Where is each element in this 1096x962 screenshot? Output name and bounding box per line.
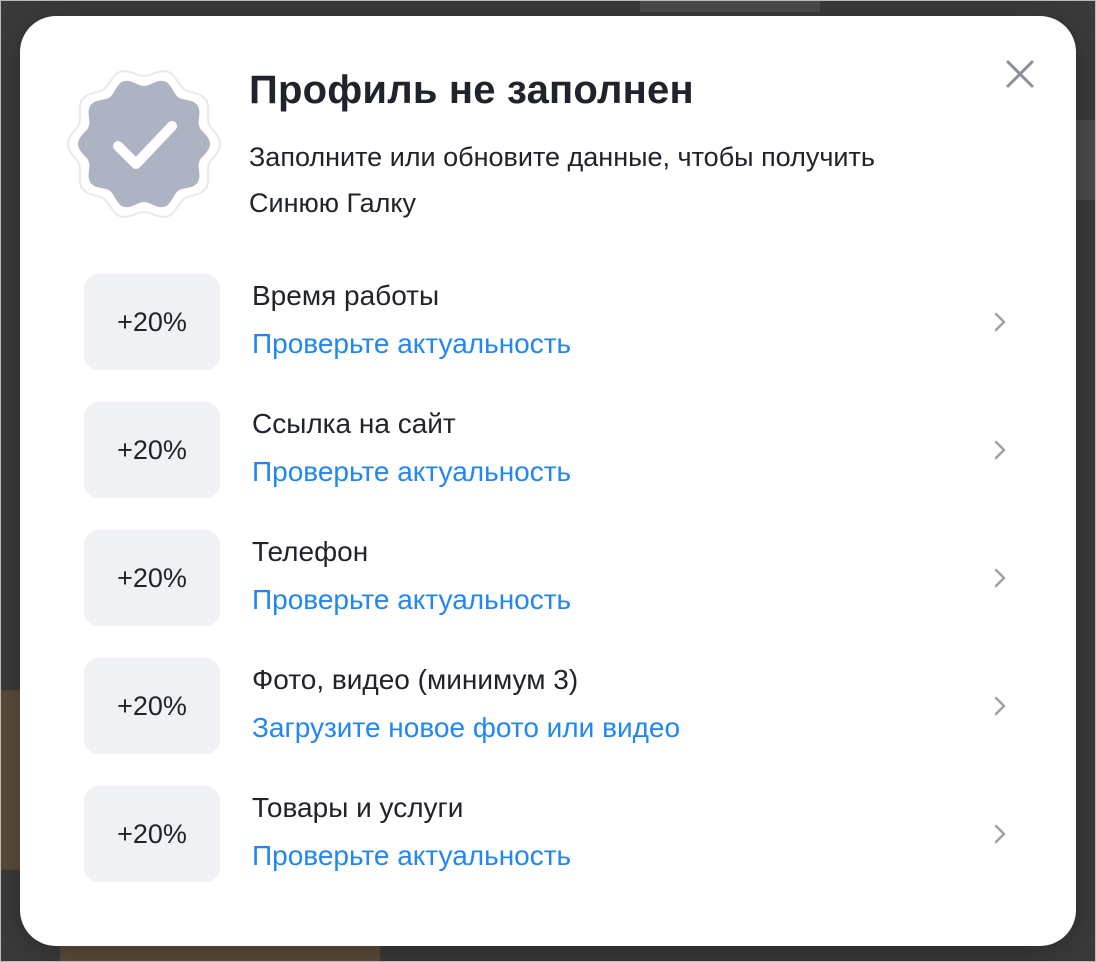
close-button[interactable] (1000, 54, 1040, 94)
item-action-link[interactable]: Проверьте актуальность (252, 584, 571, 616)
close-icon[interactable] (1000, 54, 1040, 94)
chevron-right-icon (988, 436, 1012, 464)
background-panel (60, 946, 380, 962)
item-title: Ссылка на сайт (252, 408, 456, 439)
dialog-subtitle: Заполните или обновите данные, чтобы пол… (249, 142, 875, 218)
item-action-link[interactable]: Проверьте актуальность (252, 840, 571, 872)
background-panel (0, 690, 20, 870)
chevron-right-icon (988, 692, 1012, 720)
profile-items-list: +20% Время работы Проверьте актуальность… (84, 274, 1024, 914)
profile-incomplete-dialog: Профиль не заполнен Заполните или обнови… (20, 16, 1076, 946)
item-action-link[interactable]: Проверьте актуальность (252, 456, 571, 488)
dialog-title: Профиль не заполнен (249, 68, 694, 112)
profile-item-website-link[interactable]: +20% Ссылка на сайт Проверьте актуальнос… (84, 402, 1024, 498)
chevron-right-icon (988, 308, 1012, 336)
profile-item-working-hours[interactable]: +20% Время работы Проверьте актуальность (84, 274, 1024, 370)
percent-badge: +20% (84, 530, 220, 626)
percent-badge: +20% (84, 274, 220, 370)
profile-item-phone[interactable]: +20% Телефон Проверьте актуальность (84, 530, 1024, 626)
background-panel (1076, 120, 1096, 200)
percent-badge: +20% (84, 658, 220, 754)
chevron-right-icon (988, 564, 1012, 592)
item-title: Телефон (252, 536, 369, 567)
background-panel (640, 0, 820, 12)
chevron-right-icon (988, 820, 1012, 848)
item-title: Фото, видео (минимум 3) (252, 664, 579, 695)
item-title: Время работы (252, 280, 440, 311)
profile-item-goods-services[interactable]: +20% Товары и услуги Проверьте актуально… (84, 786, 1024, 882)
percent-badge: +20% (84, 402, 220, 498)
verified-badge-icon (66, 66, 222, 222)
item-title: Товары и услуги (252, 792, 464, 823)
item-action-link[interactable]: Проверьте актуальность (252, 328, 571, 360)
percent-badge: +20% (84, 786, 220, 882)
profile-item-photo-video[interactable]: +20% Фото, видео (минимум 3) Загрузите н… (84, 658, 1024, 754)
item-action-link[interactable]: Загрузите новое фото или видео (252, 712, 680, 744)
